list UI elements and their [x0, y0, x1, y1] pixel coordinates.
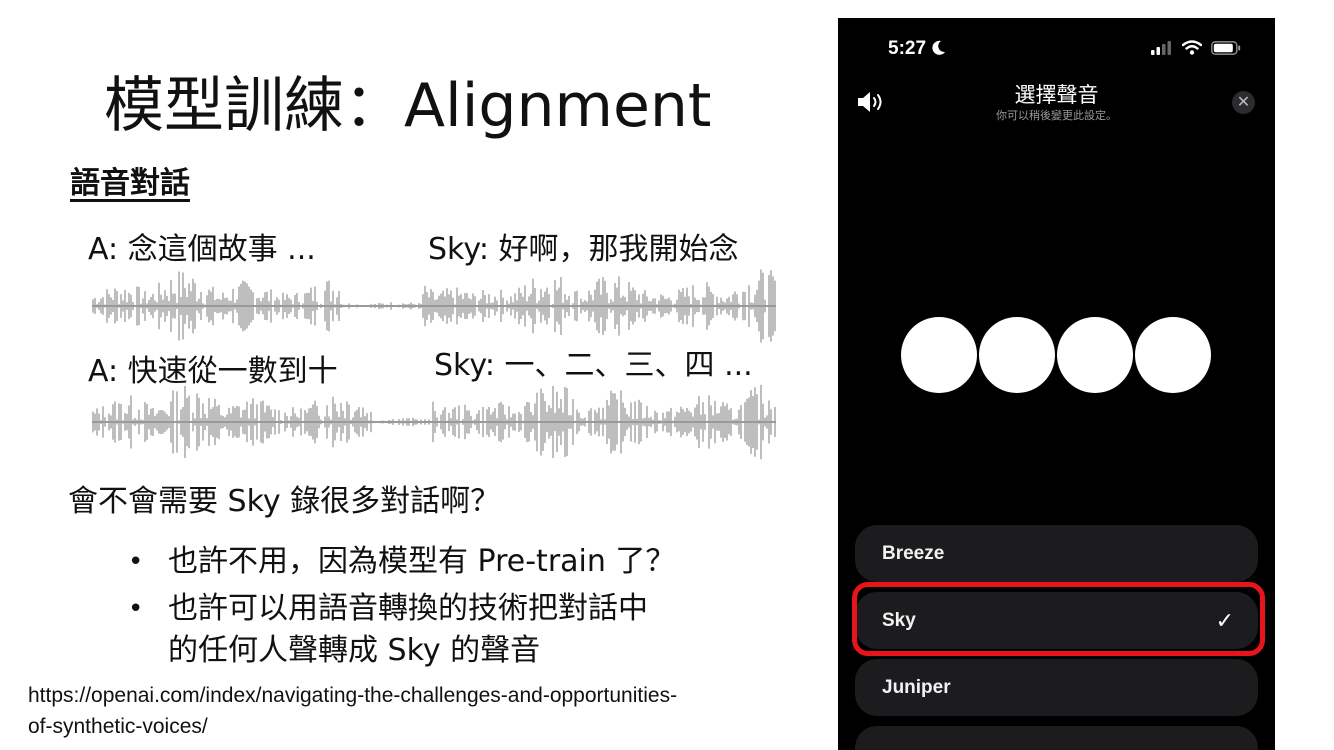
status-icons [1151, 40, 1241, 60]
voice-orb [979, 317, 1055, 393]
voice-picker-subtitle: 你可以稍後變更此設定。 [996, 110, 1117, 122]
bullet-marker: • [128, 594, 144, 624]
voice-option-juniper[interactable]: Juniper [855, 659, 1258, 716]
phone-screen: 5:27 選擇聲音 你可以稍後變更此設定。 ✕ Breeze Sky ✓ Jun… [838, 18, 1275, 750]
dialogue-1-speaker-sky: Sky: 好啊，那我開始念 [428, 232, 739, 267]
source-url-line-2[interactable]: of-synthetic-voices/ [28, 711, 828, 742]
close-button[interactable]: ✕ [1232, 91, 1255, 114]
slide-title: 模型訓練：Alignment [104, 71, 712, 141]
waveform-2 [92, 384, 776, 460]
dialogue-1-speaker-a: A: 念這個故事 ... [88, 232, 316, 267]
voice-orbs [901, 317, 1211, 393]
close-icon: ✕ [1236, 94, 1251, 111]
voice-option-label: Juniper [882, 677, 951, 698]
voice-orb [1135, 317, 1211, 393]
status-time: 5:27 [888, 38, 946, 60]
question-text: 會不會需要 Sky 錄很多對話啊？ [68, 484, 501, 519]
source-url-line-1[interactable]: https://openai.com/index/navigating-the-… [28, 680, 828, 711]
voice-option-next[interactable] [855, 726, 1258, 750]
dialogue-2-speaker-sky: Sky: 一、二、三、四 ... [434, 348, 753, 383]
highlight-annotation [852, 582, 1265, 656]
section-heading: 語音對話 [70, 166, 190, 201]
bullet-text: 也許不用，因為模型有 Pre-train 了？ [168, 544, 676, 579]
moon-icon [932, 40, 946, 55]
voice-option-breeze[interactable]: Breeze [855, 525, 1258, 582]
wifi-icon [1181, 40, 1202, 55]
cellular-signal-icon [1151, 41, 1172, 55]
status-time-text: 5:27 [888, 38, 927, 59]
voice-orb [1057, 317, 1133, 393]
voice-option-label: Breeze [882, 543, 945, 564]
bullet-text-line-1: 也許可以用語音轉換的技術把對話中 [168, 591, 648, 626]
source-url[interactable]: https://openai.com/index/navigating-the-… [28, 680, 828, 742]
bullet-marker: • [128, 547, 144, 577]
voice-picker-title: 選擇聲音 [1014, 84, 1099, 107]
waveform-1 [92, 269, 776, 343]
voice-orb [901, 317, 977, 393]
bullet-text-line-2: 的任何人聲轉成 Sky 的聲音 [168, 633, 541, 668]
battery-icon [1211, 41, 1241, 55]
